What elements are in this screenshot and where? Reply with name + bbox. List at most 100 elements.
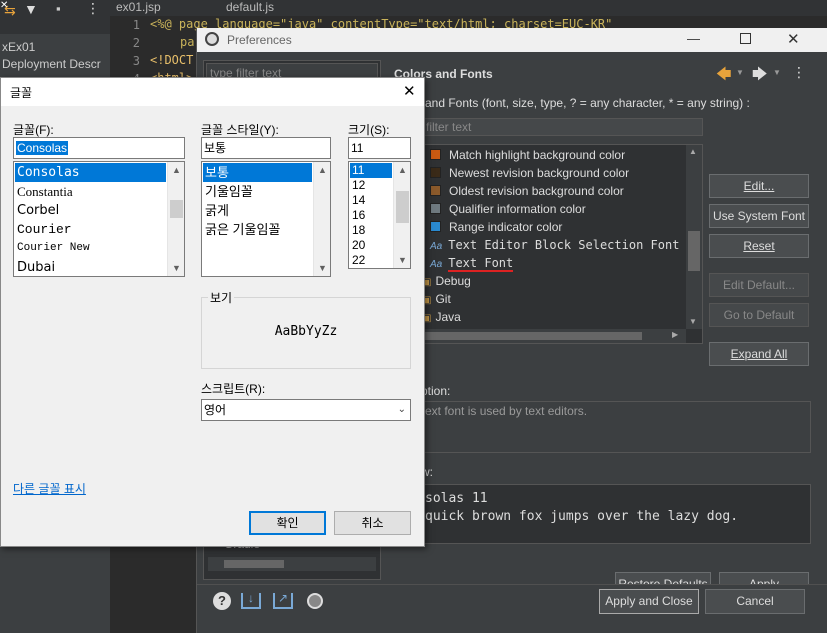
tree-vscrollbar[interactable]: ▲ ▼ (686, 145, 702, 329)
colors-tree-item[interactable]: ▣ Java (422, 308, 461, 326)
size-list-scrollbar[interactable]: ▲ ▼ (393, 162, 410, 268)
expand-all-button[interactable]: Expand All (709, 342, 809, 366)
explorer-item-project[interactable]: xEx01 (2, 40, 35, 54)
preview-line: quick brown fox jumps over the lazy dog. (425, 509, 739, 524)
scroll-up-icon[interactable]: ▲ (314, 162, 330, 178)
view-menu-icon[interactable]: ▪ (56, 1, 61, 16)
oomph-icon[interactable] (307, 593, 323, 609)
tab-default-js[interactable]: default.js (226, 0, 274, 16)
back-dropdown-icon[interactable]: ▼ (736, 68, 744, 77)
cancel-button[interactable]: Cancel (705, 589, 805, 614)
color-swatch-icon (430, 167, 441, 178)
scroll-thumb[interactable] (170, 200, 183, 218)
tree-hscroll-thumb[interactable] (224, 560, 284, 568)
reset-button-label: Reset (743, 239, 775, 253)
filter-icon[interactable]: ▼ (24, 1, 38, 17)
style-input[interactable]: 보통 (201, 137, 331, 159)
colors-tree-item[interactable]: Newest revision background color (430, 164, 629, 182)
colors-tree-item[interactable]: ▣ Debug (422, 272, 471, 290)
close-icon[interactable]: ✕ (403, 82, 416, 100)
import-icon[interactable]: ↓ (241, 592, 261, 609)
scroll-down-icon[interactable]: ▼ (314, 260, 330, 276)
font-list-item[interactable]: Constantia (15, 182, 166, 201)
scroll-up-icon[interactable]: ▲ (394, 162, 410, 178)
script-select[interactable]: 영어 ⌄ (201, 399, 411, 421)
size-list-item[interactable]: 12 (350, 178, 392, 193)
scroll-down-icon[interactable]: ▼ (689, 317, 697, 326)
style-list-scrollbar[interactable]: ▲ ▼ (313, 162, 330, 276)
apply-and-close-button[interactable]: Apply and Close (599, 589, 699, 614)
font-list-scrollbar[interactable]: ▲ ▼ (167, 162, 184, 276)
colors-tree-item[interactable]: Aa Text Font (430, 254, 514, 272)
font-list-item[interactable]: Courier (15, 220, 166, 239)
style-list-item[interactable]: 보통 (203, 163, 312, 182)
size-list-item[interactable]: 22 (350, 253, 392, 268)
scroll-right-icon[interactable]: ▶ (672, 330, 678, 339)
colors-tree-item[interactable]: ▣ Git (422, 290, 451, 308)
style-list-item[interactable]: 기울임꼴 (203, 182, 312, 201)
font-list-item[interactable]: Dubai (15, 258, 166, 276)
sample-label: 보기 (208, 289, 235, 306)
colors-tree-item[interactable]: Qualifier information color (430, 200, 586, 218)
ide-toolbar: ⇆ ▼ ▪ ⋮ ✕ (0, 0, 110, 34)
cancel-button[interactable]: 취소 (334, 511, 411, 535)
explorer-item-deployment[interactable]: Deployment Descr (2, 57, 101, 71)
colors-tree-item[interactable]: Oldest revision background color (430, 182, 624, 200)
close-icon[interactable]: ✕ (0, 0, 8, 11)
scroll-up-icon[interactable]: ▲ (168, 162, 184, 178)
tree-hscrollbar[interactable]: ▶ (422, 329, 686, 343)
use-system-font-button[interactable]: Use System Font (709, 204, 809, 228)
help-icon[interactable]: ? (213, 592, 231, 610)
edit-default-button[interactable]: Edit Default... (709, 273, 809, 297)
scroll-thumb[interactable] (396, 191, 409, 223)
ok-button[interactable]: 확인 (249, 511, 326, 535)
line-number: 1 (132, 18, 140, 32)
color-swatch-icon (430, 203, 441, 214)
reset-button[interactable]: Reset (709, 234, 809, 258)
export-icon[interactable]: ↗ (273, 592, 293, 609)
colors-tree-item[interactable]: Aa Text Editor Block Selection Font (430, 236, 679, 254)
size-input[interactable]: 11 (348, 137, 411, 159)
font-list-item[interactable]: Courier New (15, 239, 166, 258)
style-list-item[interactable]: 굵은 기울임꼴 (203, 220, 312, 239)
font-list-item[interactable]: Consolas (15, 163, 166, 182)
maximize-button[interactable] (740, 33, 751, 44)
go-to-default-button[interactable]: Go to Default (709, 303, 809, 327)
forward-arrow-icon[interactable]: 🡆 (752, 64, 768, 89)
description-text: ext font is used by text editors. (425, 404, 588, 418)
hscroll-thumb[interactable] (422, 332, 642, 340)
description-box: ext font is used by text editors. (421, 401, 811, 453)
size-list-item[interactable]: 14 (350, 193, 392, 208)
edit-button[interactable]: Edit... (709, 174, 809, 198)
size-list-item[interactable]: 18 (350, 223, 392, 238)
colors-tree-item[interactable]: Range indicator color (430, 218, 562, 236)
tab-ex01-jsp[interactable]: ex01.jsp (116, 0, 161, 16)
tree-hscrollbar[interactable] (208, 557, 376, 571)
size-label: 크기(S): (348, 123, 390, 137)
font-list-item[interactable]: Corbel (15, 201, 166, 220)
edit-default-label: Edit Default... (722, 278, 796, 292)
scroll-down-icon[interactable]: ▼ (394, 252, 410, 268)
colors-filter-input[interactable]: filter text (421, 118, 703, 136)
font-input-value: Consolas (16, 141, 69, 155)
more-icon[interactable]: ⋮ (86, 0, 100, 17)
forward-dropdown-icon[interactable]: ▼ (773, 68, 781, 77)
size-list-item[interactable]: 16 (350, 208, 392, 223)
code-line: pa (180, 35, 195, 49)
colors-tree-item[interactable]: Match highlight background color (430, 146, 625, 164)
minimize-button[interactable]: — (687, 31, 700, 46)
apply-and-close-label: Apply and Close (605, 594, 693, 608)
scroll-up-icon[interactable]: ▲ (689, 147, 697, 156)
size-list-item[interactable]: 11 (350, 163, 392, 178)
size-list-item[interactable]: 20 (350, 238, 392, 253)
back-arrow-icon[interactable]: 🡄 (716, 64, 732, 89)
colors-tree-item-label: Qualifier information color (449, 202, 586, 216)
close-button[interactable]: ✕ (787, 30, 800, 48)
scroll-down-icon[interactable]: ▼ (168, 260, 184, 276)
font-input[interactable]: Consolas (13, 137, 185, 159)
scroll-thumb[interactable] (688, 231, 700, 271)
more-icon[interactable]: ⋮ (792, 64, 806, 81)
more-fonts-link[interactable]: 다른 글꼴 표시 (13, 480, 86, 497)
style-list-item[interactable]: 굵게 (203, 201, 312, 220)
colors-tree-item-label: Oldest revision background color (449, 184, 624, 198)
